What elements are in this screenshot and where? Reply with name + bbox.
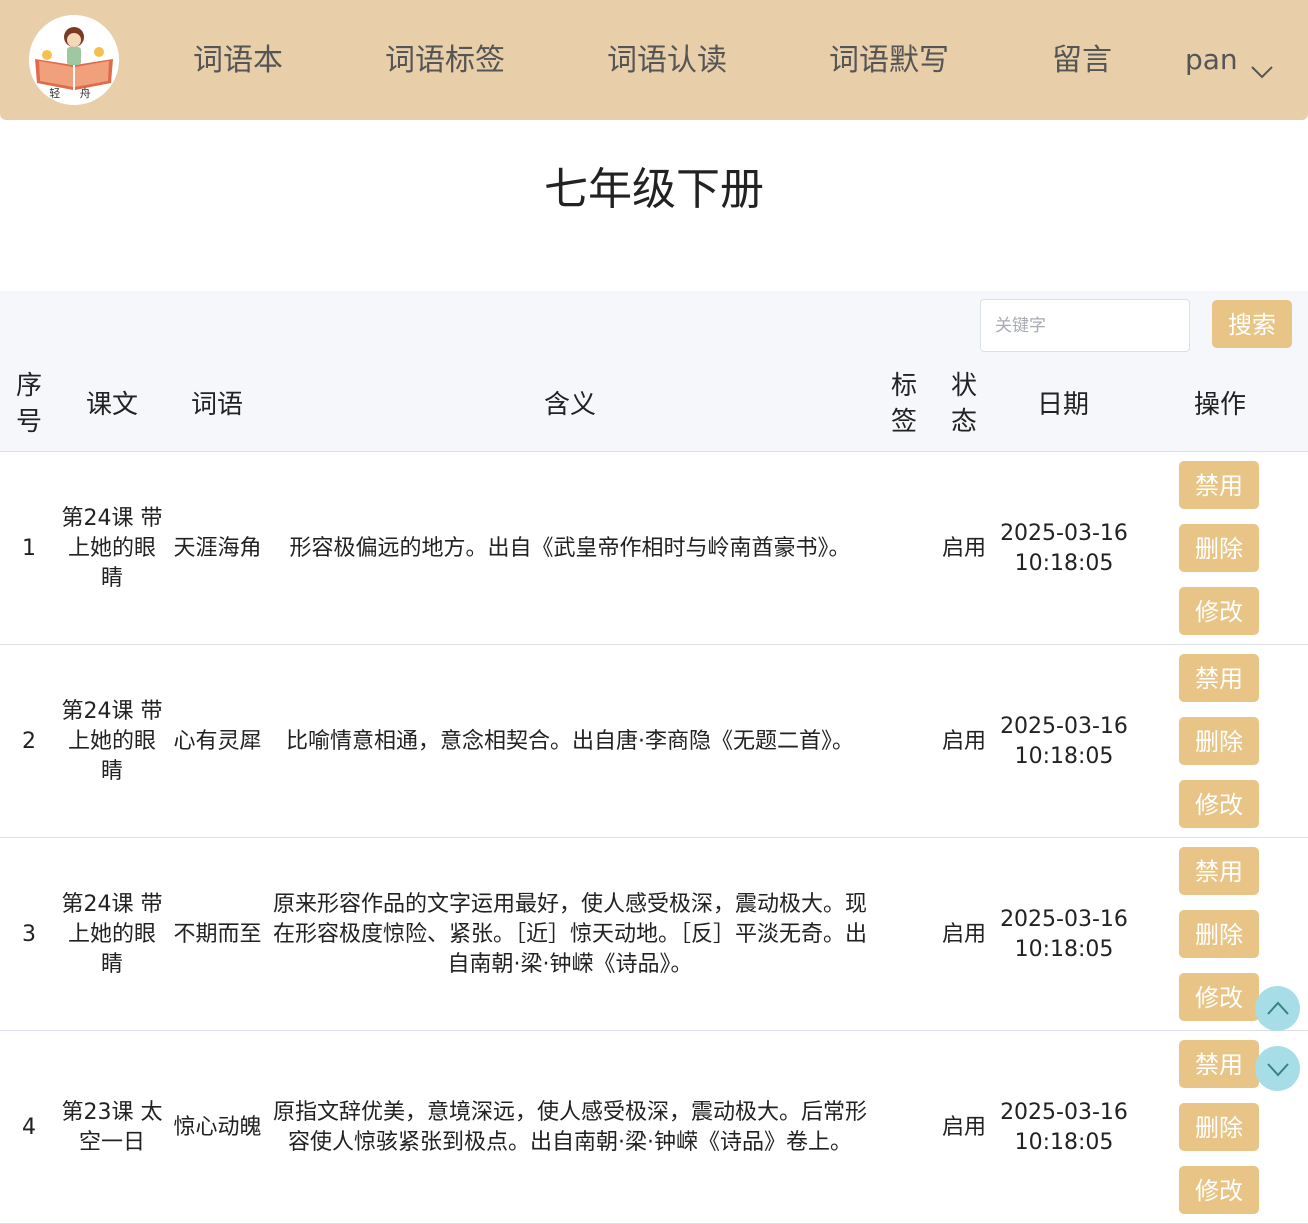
nav-item-word-tags[interactable]: 词语标签: [385, 41, 505, 81]
row-status: 启用: [941, 728, 986, 754]
table-row: 1 第24课 带上她的眼睛 天涯海角 形容极偏远的地方。出自《武皇帝作相时与岭南…: [0, 452, 1308, 645]
disable-button[interactable]: 禁用: [1179, 654, 1259, 702]
nav-item-messages[interactable]: 留言: [1052, 41, 1112, 81]
row-word: 心有灵犀: [173, 728, 262, 754]
logo-text: 轻 舟: [49, 87, 99, 100]
user-menu[interactable]: pan: [1185, 41, 1274, 79]
header-status: 状态: [950, 371, 977, 437]
header-index: 序号: [15, 371, 42, 437]
row-word: 惊心动魄: [173, 1114, 262, 1140]
chevron-up-icon: [1266, 1001, 1289, 1015]
row-index: 4: [22, 1114, 36, 1140]
row-date: 2025-03-16 10:18:05: [1000, 713, 1128, 769]
header-date: 日期: [1036, 390, 1089, 420]
row-status: 启用: [941, 535, 986, 561]
row-index: 3: [22, 921, 36, 947]
row-status: 启用: [941, 921, 986, 947]
delete-button[interactable]: 删除: [1179, 717, 1259, 765]
row-date: 2025-03-16 10:18:05: [1000, 520, 1128, 576]
chevron-down-icon: [1250, 52, 1274, 79]
row-meaning: 形容极偏远的地方。出自《武皇帝作相时与岭南酋豪书》。: [289, 535, 851, 561]
row-tag: [889, 838, 919, 1031]
row-date: 2025-03-16 10:18:05: [1000, 906, 1128, 962]
row-tag: [889, 1031, 919, 1224]
row-lesson: 第23课 太空一日: [61, 1099, 163, 1155]
table-row: 2 第24课 带上她的眼睛 心有灵犀 比喻情意相通，意念相契合。出自唐·李商隐《…: [0, 645, 1308, 838]
edit-button[interactable]: 修改: [1179, 973, 1259, 1021]
logo[interactable]: 轻 舟: [29, 15, 119, 105]
row-lesson: 第24课 带上她的眼睛: [61, 698, 163, 784]
edit-button[interactable]: 修改: [1179, 587, 1259, 635]
row-word: 天涯海角: [173, 535, 262, 561]
row-tag: [889, 645, 919, 838]
search-input[interactable]: [980, 299, 1190, 352]
row-word: 不期而至: [173, 921, 262, 947]
delete-button[interactable]: 删除: [1179, 910, 1259, 958]
chevron-down-icon: [1266, 1062, 1289, 1076]
nav-item-word-reading[interactable]: 词语认读: [607, 41, 727, 81]
page-title: 七年级下册: [544, 164, 764, 215]
scroll-up-button[interactable]: [1255, 986, 1300, 1031]
row-index: 1: [22, 535, 36, 561]
nav-item-wordbook[interactable]: 词语本: [193, 41, 283, 81]
row-index: 2: [22, 728, 36, 754]
user-name: pan: [1185, 43, 1238, 76]
edit-button[interactable]: 修改: [1179, 1166, 1259, 1214]
row-meaning: 原来形容作品的文字运用最好，使人感受极深，震动极大。现在形容极度惊险、紧张。［近…: [272, 891, 867, 977]
row-lesson: 第24课 带上她的眼睛: [61, 505, 163, 591]
row-meaning: 比喻情意相通，意念相契合。出自唐·李商隐《无题二首》。: [286, 728, 854, 754]
disable-button[interactable]: 禁用: [1179, 847, 1259, 895]
scroll-down-button[interactable]: [1255, 1046, 1300, 1091]
row-date: 2025-03-16 10:18:05: [1000, 1099, 1128, 1155]
table-row: 3 第24课 带上她的眼睛 不期而至 原来形容作品的文字运用最好，使人感受极深，…: [0, 838, 1308, 1031]
header-word: 词语: [190, 390, 243, 420]
nav-item-word-dictation[interactable]: 词语默写: [829, 41, 949, 81]
header-lesson: 课文: [85, 390, 138, 420]
delete-button[interactable]: 删除: [1179, 524, 1259, 572]
header-tag: 标签: [890, 371, 917, 437]
top-navbar: 轻 舟 词语本 词语标签 词语认读 词语默写 留言 pan: [0, 0, 1308, 120]
row-lesson: 第24课 带上她的眼睛: [61, 891, 163, 977]
table-row: 4 第23课 太空一日 惊心动魄 原指文辞优美，意境深远，使人感受极深，震动极大…: [0, 1031, 1308, 1224]
disable-button[interactable]: 禁用: [1179, 1040, 1259, 1088]
disable-button[interactable]: 禁用: [1179, 461, 1259, 509]
row-tag: [889, 452, 919, 645]
row-meaning: 原指文辞优美，意境深远，使人感受极深，震动极大。后常形容使人惊骇紧张到极点。出自…: [272, 1099, 867, 1155]
header-ops: 操作: [1193, 390, 1246, 420]
delete-button[interactable]: 删除: [1179, 1103, 1259, 1151]
row-status: 启用: [941, 1114, 986, 1140]
search-button[interactable]: 搜索: [1212, 300, 1292, 348]
edit-button[interactable]: 修改: [1179, 780, 1259, 828]
header-meaning: 含义: [543, 390, 596, 420]
